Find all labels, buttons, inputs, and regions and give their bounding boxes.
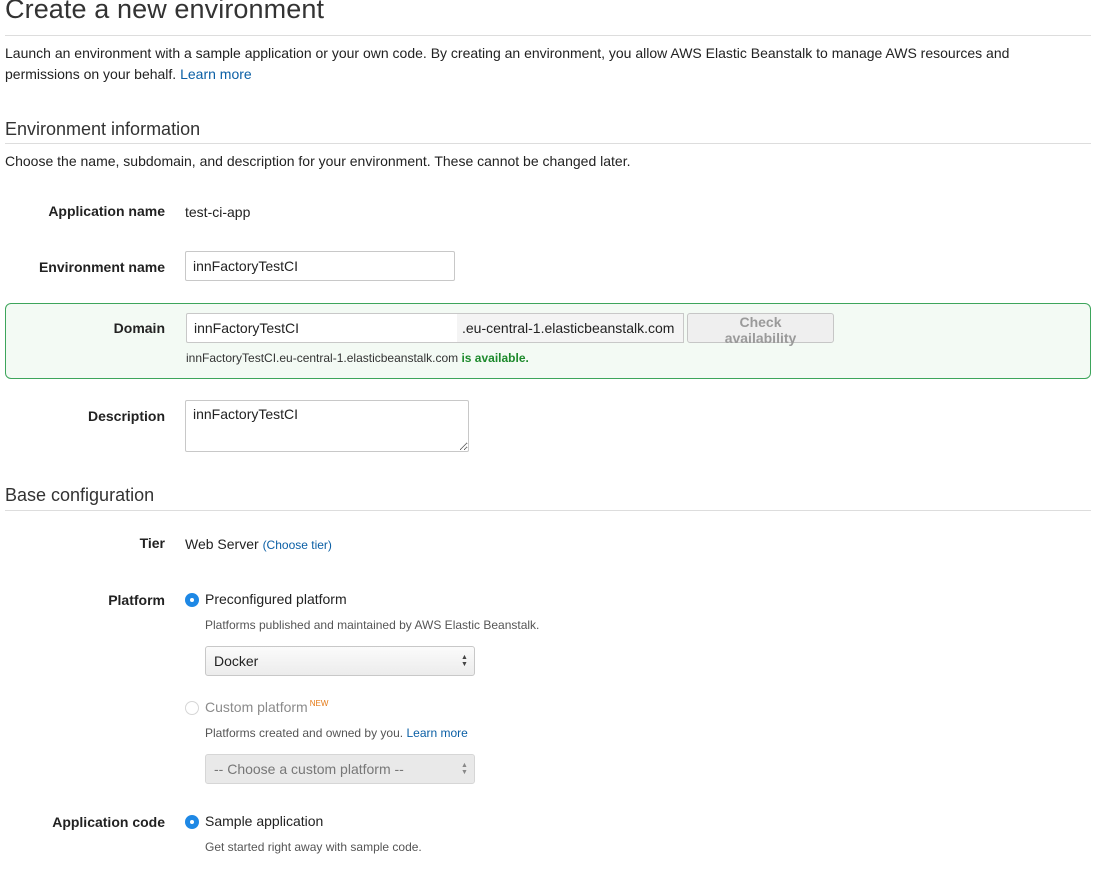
platform-select[interactable]: Docker ▲ ▼: [205, 646, 475, 676]
custom-platform-learn-more-link[interactable]: Learn more: [406, 726, 467, 740]
sample-application-help: Get started right away with sample code.: [205, 840, 422, 854]
intro-text: Launch an environment with a sample appl…: [5, 43, 1065, 85]
tier-value: Web Server: [185, 536, 259, 552]
preconfigured-platform-label[interactable]: Preconfigured platform: [205, 591, 347, 607]
tier-value-group: Web Server (Choose tier): [185, 536, 332, 552]
application-name-value: test-ci-app: [185, 204, 251, 220]
availability-message: innFactoryTestCI.eu-central-1.elasticbea…: [186, 351, 529, 365]
custom-platform-select[interactable]: -- Choose a custom platform -- ▲ ▼: [205, 754, 475, 784]
preconfigured-platform-radio[interactable]: [185, 593, 199, 607]
environment-name-input[interactable]: [185, 251, 455, 281]
domain-label: Domain: [113, 320, 165, 336]
custom-platform-label: Custom platform: [205, 699, 308, 715]
choose-tier-link[interactable]: (Choose tier): [263, 538, 332, 552]
custom-platform-help: Platforms created and owned by you.: [205, 726, 404, 740]
availability-domain: innFactoryTestCI.eu-central-1.elasticbea…: [186, 351, 459, 365]
page-title: Create a new environment: [5, 0, 325, 24]
updown-arrows-icon: ▲ ▼: [461, 654, 468, 668]
learn-more-link[interactable]: Learn more: [180, 66, 252, 82]
preconfigured-platform-help: Platforms published and maintained by AW…: [205, 618, 540, 632]
platform-select-value: Docker: [214, 653, 259, 669]
sample-application-radio[interactable]: [185, 815, 199, 829]
updown-arrows-icon: ▲ ▼: [461, 762, 468, 776]
sample-application-label[interactable]: Sample application: [205, 813, 323, 829]
custom-platform-select-value: -- Choose a custom platform --: [214, 761, 404, 777]
domain-suffix: .eu-central-1.elasticbeanstalk.com: [457, 313, 684, 343]
environment-name-label: Environment name: [38, 259, 165, 275]
custom-platform-label-group[interactable]: Custom platform NEW: [205, 699, 328, 715]
description-label: Description: [87, 408, 165, 424]
check-availability-button[interactable]: Check availability: [687, 313, 834, 346]
platform-label: Platform: [108, 592, 165, 608]
section-divider: [5, 510, 1091, 511]
availability-status: is available.: [461, 351, 529, 365]
application-code-label: Application code: [52, 814, 165, 830]
custom-platform-help-group: Platforms created and owned by you. Lear…: [205, 726, 468, 740]
intro-paragraph: Launch an environment with a sample appl…: [5, 45, 1010, 82]
custom-platform-radio[interactable]: [185, 701, 199, 715]
section-description: Choose the name, subdomain, and descript…: [5, 153, 631, 169]
tier-label: Tier: [139, 535, 165, 551]
section-title-base-configuration: Base configuration: [5, 485, 155, 505]
section-title-environment-information: Environment information: [5, 119, 201, 139]
domain-input[interactable]: [186, 313, 458, 343]
new-badge: NEW: [309, 699, 329, 708]
title-divider: [5, 35, 1091, 36]
section-divider: [5, 143, 1091, 144]
description-textarea[interactable]: innFactoryTestCI: [185, 400, 469, 452]
application-name-label: Application name: [48, 203, 165, 219]
